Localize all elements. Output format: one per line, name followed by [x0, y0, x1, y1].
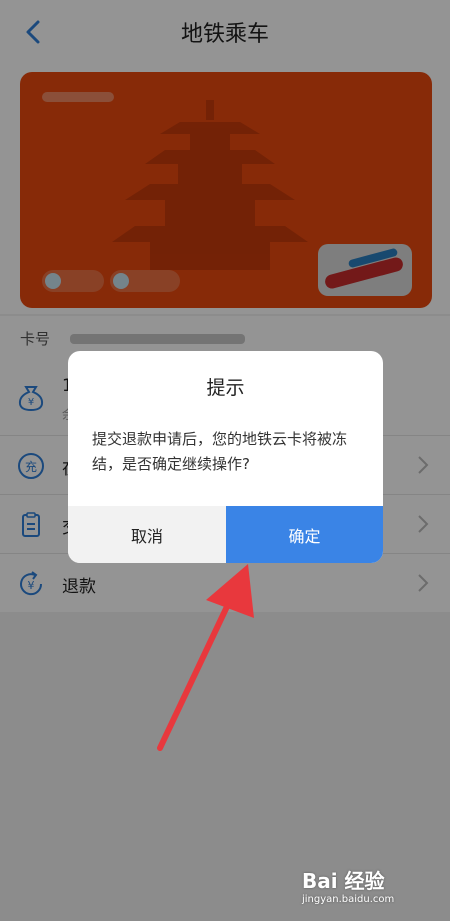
dialog-title: 提示 — [206, 377, 245, 399]
red-pointer-arrow-icon — [157, 564, 254, 751]
dialog-message: 提交退款申请后，您的地铁云卡将被冻结，是否确定继续操作? — [92, 430, 348, 473]
watermark-logo: Bai 经验 — [302, 869, 385, 893]
watermark-url: jingyan.baidu.com — [302, 894, 395, 905]
confirm-dialog: 提示 提交退款申请后，您的地铁云卡将被冻结，是否确定继续操作? 取消 确定 — [68, 351, 383, 563]
confirm-button[interactable]: 确定 — [226, 506, 383, 563]
baidu-jingyan-watermark: Bai 经验 jingyan.baidu.com — [302, 865, 422, 907]
cancel-button[interactable]: 取消 — [68, 506, 226, 563]
